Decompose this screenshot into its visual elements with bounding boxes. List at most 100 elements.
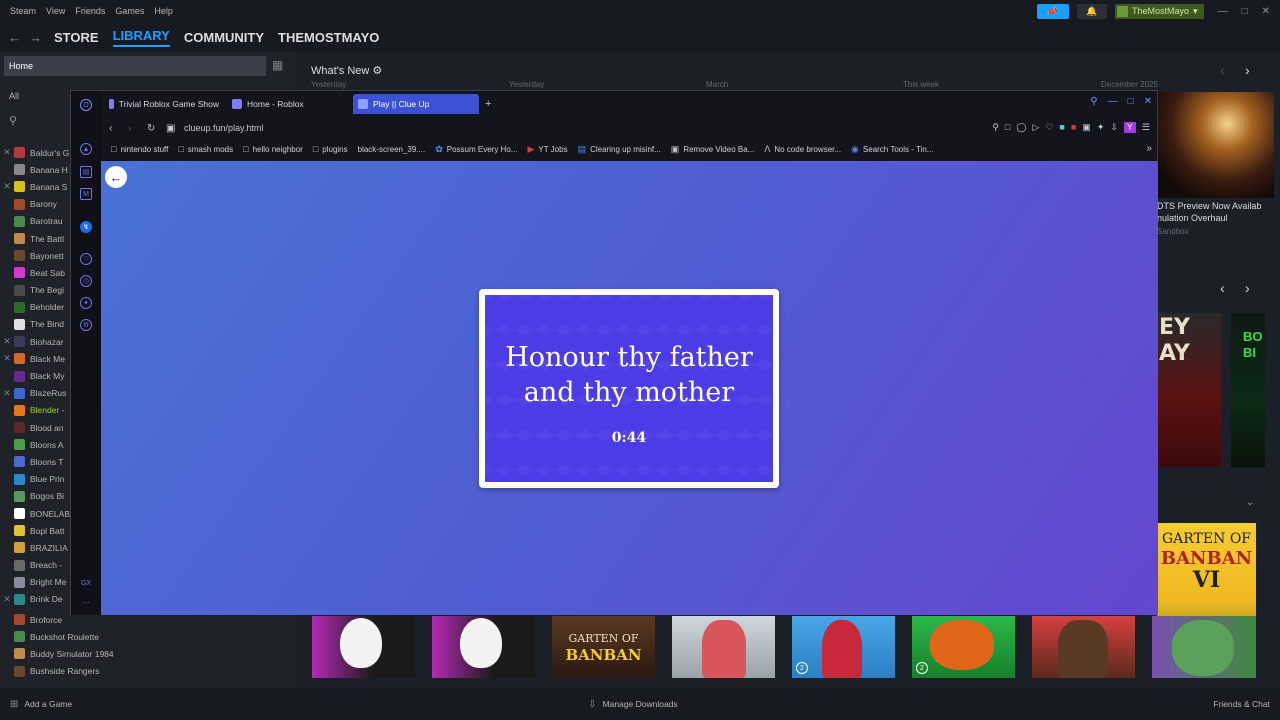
- back-arrow-icon[interactable]: ‹: [109, 123, 123, 134]
- plus-icon[interactable]: ⊞: [10, 699, 18, 710]
- game-tile[interactable]: 2: [792, 616, 895, 678]
- more-bookmarks-icon[interactable]: »: [1146, 143, 1152, 154]
- nav-library[interactable]: LIBRARY: [112, 28, 170, 47]
- search-tabs-icon[interactable]: ⚲: [1090, 96, 1097, 107]
- grid-view-icon[interactable]: ▦: [272, 58, 283, 72]
- bookmark-item[interactable]: ▤ Clearing up misinf...: [578, 144, 661, 155]
- search-icon[interactable]: ⚲: [9, 114, 17, 127]
- game-list-item[interactable]: The Bind: [0, 316, 70, 333]
- youtube-icon[interactable]: ■: [1071, 122, 1076, 133]
- game-tile[interactable]: GARTEN OF BANBAN: [552, 616, 655, 678]
- messenger-icon[interactable]: ↯: [80, 221, 92, 233]
- news-title[interactable]: DTS Preview Now Availab nulation Overhau…: [1157, 200, 1261, 224]
- puzzle-icon[interactable]: ✦: [1097, 122, 1105, 133]
- bookmark-item[interactable]: □ smash mods: [178, 144, 233, 154]
- bookmark-item[interactable]: □ plugins: [313, 144, 348, 154]
- game-list-item[interactable]: Bright Me: [0, 574, 70, 591]
- tabs-icon[interactable]: ▤: [80, 166, 92, 178]
- manage-downloads-button[interactable]: Manage Downloads: [603, 699, 678, 709]
- friends-menu-item[interactable]: Friends: [75, 6, 105, 16]
- bookmark-item[interactable]: □ hello neighbor: [243, 144, 303, 154]
- gear-icon[interactable]: ⚙: [372, 65, 382, 77]
- game-list-item[interactable]: Breach -: [0, 557, 70, 574]
- game-tile[interactable]: [1032, 616, 1135, 678]
- reload-icon[interactable]: ↻: [147, 123, 161, 134]
- game-list-item[interactable]: Beholder: [0, 299, 70, 316]
- bookmark-item[interactable]: ✿ Possum Every Ho...: [435, 144, 517, 155]
- bell-icon[interactable]: 🔔: [1077, 3, 1107, 19]
- close-icon[interactable]: ✕: [1262, 6, 1270, 17]
- game-tile[interactable]: EY AY: [1157, 313, 1221, 467]
- game-list-item[interactable]: BONELAB: [0, 505, 70, 522]
- url-field[interactable]: clueup.fun/play.html: [184, 123, 263, 133]
- nav-store[interactable]: STORE: [54, 30, 99, 45]
- game-tile[interactable]: [1152, 616, 1256, 678]
- maximize-icon[interactable]: □: [1242, 6, 1248, 17]
- view-menu-item[interactable]: View: [46, 6, 65, 16]
- gamepad-icon[interactable]: ▣: [1082, 122, 1091, 133]
- forward-arrow-icon[interactable]: →: [29, 30, 42, 45]
- game-tile[interactable]: BO BI: [1231, 313, 1265, 467]
- back-arrow-icon[interactable]: ←: [8, 30, 21, 45]
- download-icon[interactable]: ⇩: [1110, 122, 1118, 133]
- game-list-item[interactable]: Buckshot Roulette: [0, 628, 140, 645]
- snapshot-icon[interactable]: □: [1005, 122, 1010, 133]
- game-list-item[interactable]: Blood an: [0, 419, 70, 436]
- bookmark-item[interactable]: black-screen_39....: [358, 145, 426, 154]
- game-list-item[interactable]: The Begi: [0, 282, 70, 299]
- nav-community[interactable]: COMMUNITY: [184, 30, 264, 45]
- tab-trivial[interactable]: Trivial Roblox Game Show: [104, 94, 224, 114]
- bookmark-item[interactable]: ◉ Search Tools - Tin...: [851, 144, 933, 155]
- filter-all[interactable]: All: [9, 91, 19, 101]
- game-list-item[interactable]: ✕ Banana S: [0, 178, 70, 195]
- bookmark-item[interactable]: ▶ YT Jobs: [527, 144, 567, 155]
- chevron-left-icon[interactable]: ‹: [1220, 280, 1225, 296]
- maximize-icon[interactable]: □: [1128, 96, 1134, 107]
- add-game-button[interactable]: Add a Game: [24, 699, 72, 709]
- game-list-item[interactable]: Bloons A: [0, 436, 70, 453]
- back-arrow-icon[interactable]: ←: [105, 166, 127, 188]
- game-list-item[interactable]: Bogos Bi: [0, 488, 70, 505]
- chevron-left-icon[interactable]: ‹: [1220, 62, 1225, 78]
- heart-icon[interactable]: ♡: [80, 253, 92, 265]
- tab-clue-up[interactable]: Play || Clue Up: [353, 94, 479, 114]
- chevron-right-icon[interactable]: ›: [1245, 62, 1250, 78]
- extensions-icon[interactable]: ✦: [80, 297, 92, 309]
- bookmark-item[interactable]: □ nintendo stuff: [111, 144, 168, 154]
- workspace-icon[interactable]: M: [80, 188, 92, 200]
- game-list-item[interactable]: ✕ Black Me: [0, 350, 70, 367]
- game-list-item[interactable]: The Battl: [0, 230, 70, 247]
- game-list-item[interactable]: ✕ BlazeRus: [0, 385, 70, 402]
- gx-icon[interactable]: GX: [80, 577, 92, 589]
- game-list-item[interactable]: BRAZILIA: [0, 539, 70, 556]
- shield-icon[interactable]: ◯: [1016, 122, 1026, 133]
- extension-icon[interactable]: ■: [1059, 122, 1064, 133]
- game-list-item[interactable]: Barotrau: [0, 213, 70, 230]
- new-tab-button[interactable]: +: [485, 98, 491, 110]
- profile-icon[interactable]: Y: [1123, 122, 1136, 133]
- chevron-right-icon[interactable]: ›: [1245, 280, 1250, 296]
- game-list-item[interactable]: ✕ Baldur's G: [0, 144, 70, 161]
- game-list-item[interactable]: Blue Prin: [0, 471, 70, 488]
- forward-arrow-icon[interactable]: ›: [128, 123, 142, 134]
- aria-icon[interactable]: ▲: [80, 143, 92, 155]
- settings-icon[interactable]: ⚙: [80, 319, 92, 331]
- game-tile[interactable]: [312, 616, 415, 678]
- pin-icon[interactable]: ⚲: [992, 122, 999, 133]
- game-list-item[interactable]: Bloons T: [0, 453, 70, 470]
- megaphone-icon[interactable]: 📣: [1037, 3, 1069, 19]
- game-list-item[interactable]: Black My: [0, 367, 70, 384]
- game-tile[interactable]: [672, 616, 775, 678]
- minimize-icon[interactable]: —: [1218, 6, 1228, 17]
- play-icon[interactable]: ▷: [1032, 122, 1039, 133]
- game-tile[interactable]: [432, 616, 535, 678]
- user-menu-button[interactable]: TheMostMayo ▾: [1115, 3, 1204, 19]
- chevron-down-icon[interactable]: ⌄: [1246, 497, 1254, 508]
- close-icon[interactable]: ✕: [1144, 96, 1152, 107]
- heart-icon[interactable]: ♡: [1045, 122, 1053, 133]
- game-list-item[interactable]: ✕ Brink De: [0, 591, 70, 608]
- history-icon[interactable]: ◷: [80, 275, 92, 287]
- bookmark-item[interactable]: ▣ Remove Video Ba...: [671, 144, 755, 155]
- game-list-item[interactable]: Blender -: [0, 402, 70, 419]
- home-button[interactable]: Home: [4, 56, 266, 76]
